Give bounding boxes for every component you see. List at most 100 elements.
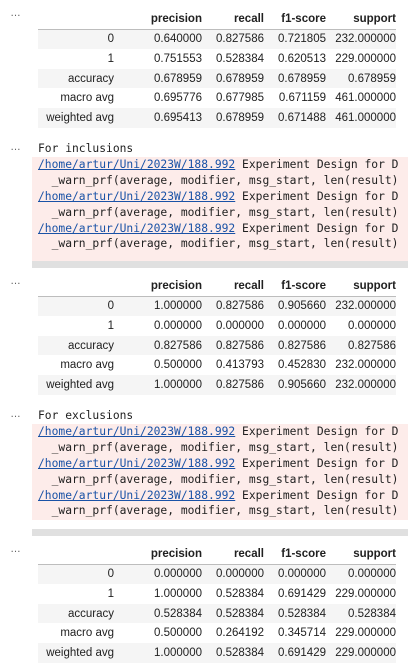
output-collapse-ellipsis[interactable]: …: [7, 276, 25, 287]
warning-file-link[interactable]: /home/artur/Uni/2023W/188.992: [38, 158, 235, 171]
row-label: accuracy: [67, 72, 114, 85]
table-row: 1 1.000000 0.528384 0.691429 229.000000: [38, 584, 396, 604]
cell-f1-score: 0.905660: [278, 300, 326, 313]
cell-f1-score: 0.671488: [278, 111, 326, 124]
cell-recall: 0.827586: [216, 300, 264, 313]
row-label: accuracy: [67, 607, 114, 620]
warning-text: Experiment Design for D: [235, 157, 399, 171]
cell-recall: 0.528384: [216, 587, 264, 600]
header-f1-score: f1-score: [264, 544, 326, 565]
table-header-row: precision recall f1-score support: [38, 276, 396, 297]
cell-support: 229.000000: [335, 52, 396, 65]
warning-detail: _warn_prf(average, modifier, msg_start, …: [38, 504, 399, 518]
row-label: macro avg: [60, 92, 114, 105]
output-collapse-ellipsis[interactable]: …: [7, 142, 25, 153]
row-label: 1: [107, 319, 114, 332]
cell-support: 0.000000: [348, 568, 396, 581]
table-row: 0 1.000000 0.827586 0.905660 232.000000: [38, 296, 396, 317]
cell-support: 229.000000: [335, 627, 396, 640]
header-index: [38, 276, 120, 297]
cell-recall: 0.000000: [216, 319, 264, 332]
cell-recall: 0.528384: [216, 52, 264, 65]
row-label: accuracy: [67, 339, 114, 352]
table-row: weighted avg 1.000000 0.528384 0.691429 229.…: [38, 642, 396, 663]
cell-f1-score: 0.691429: [278, 646, 326, 659]
cell-recall: 0.264192: [216, 627, 264, 640]
cell-support: 229.000000: [335, 587, 396, 600]
header-recall: recall: [202, 544, 264, 565]
cell-recall: 0.000000: [216, 568, 264, 581]
cell-precision: 1.000000: [154, 378, 202, 391]
stream-output-inclusions: For inclusions /home/artur/Uni/2023W/188…: [38, 141, 408, 252]
row-label: weighted avg: [46, 111, 114, 124]
cell-f1-score: 0.452830: [278, 359, 326, 372]
warning-file-link[interactable]: /home/artur/Uni/2023W/188.992: [38, 425, 235, 438]
warning-text: Experiment Design for D: [235, 424, 399, 438]
header-precision: precision: [120, 276, 202, 297]
cell-recall: 0.678959: [216, 111, 264, 124]
header-f1-score: f1-score: [264, 9, 326, 30]
row-label: weighted avg: [46, 646, 114, 659]
warning-text: Experiment Design for D: [235, 488, 399, 502]
warning-detail: _warn_prf(average, modifier, msg_start, …: [38, 472, 399, 486]
table-row: macro avg 0.500000 0.413793 0.452830 232.000…: [38, 355, 396, 375]
cell-support: 232.000000: [335, 378, 396, 391]
header-recall: recall: [202, 9, 264, 30]
cell-f1-score: 0.620513: [278, 52, 326, 65]
row-label: 1: [107, 587, 114, 600]
cell-precision: 0.695776: [154, 92, 202, 105]
warning-text: Experiment Design for D: [235, 456, 399, 470]
warning-detail: _warn_prf(average, modifier, msg_start, …: [38, 237, 399, 251]
output-collapse-ellipsis[interactable]: …: [7, 409, 25, 420]
output-collapse-ellipsis[interactable]: …: [7, 8, 25, 19]
cell-f1-score: 0.671159: [278, 92, 326, 105]
stream-heading: For inclusions: [38, 142, 134, 155]
cell-f1-score: 0.345714: [278, 627, 326, 640]
cell-precision: 0.000000: [154, 319, 202, 332]
row-label: weighted avg: [46, 378, 114, 391]
table-row: accuracy 0.678959 0.678959 0.678959 0.678959: [38, 68, 396, 89]
header-support: support: [326, 544, 396, 565]
warning-detail: _warn_prf(average, modifier, msg_start, …: [38, 440, 399, 454]
table-row: 1 0.751553 0.528384 0.620513 229.000000: [38, 49, 396, 69]
cell-precision: 0.500000: [154, 627, 202, 640]
header-recall: recall: [202, 276, 264, 297]
stream-heading: For exclusions: [38, 409, 134, 422]
header-support: support: [326, 9, 396, 30]
cell-precision: 0.695413: [154, 111, 202, 124]
cell-support: 232.000000: [335, 359, 396, 372]
header-f1-score: f1-score: [264, 276, 326, 297]
output-divider[interactable]: [32, 261, 408, 268]
classification-report-table-2: precision recall f1-score support 0 1.000…: [38, 276, 396, 395]
cell-f1-score: 0.905660: [278, 378, 326, 391]
cell-precision: 0.678959: [154, 72, 202, 85]
warning-file-link[interactable]: /home/artur/Uni/2023W/188.992: [38, 457, 235, 470]
cell-recall: 0.678959: [216, 72, 264, 85]
header-precision: precision: [120, 544, 202, 565]
output-collapse-ellipsis[interactable]: …: [7, 544, 25, 555]
output-divider[interactable]: [32, 529, 408, 536]
table-row: accuracy 0.827586 0.827586 0.827586 0.827586: [38, 335, 396, 356]
cell-precision: 0.640000: [154, 33, 202, 46]
cell-support: 0.827586: [348, 339, 396, 352]
table-row: macro avg 0.695776 0.677985 0.671159 461.000…: [38, 88, 396, 108]
cell-precision: 0.000000: [154, 568, 202, 581]
cell-support: 461.000000: [335, 111, 396, 124]
table-row: weighted avg 1.000000 0.827586 0.905660 232.…: [38, 374, 396, 395]
header-index: [38, 9, 120, 30]
warning-file-link[interactable]: /home/artur/Uni/2023W/188.992: [38, 222, 235, 235]
warning-file-link[interactable]: /home/artur/Uni/2023W/188.992: [38, 489, 235, 502]
header-index: [38, 544, 120, 565]
output-cell-table-2: … precision recall f1-score support 0 1.0…: [0, 268, 408, 398]
cell-precision: 0.528384: [154, 607, 202, 620]
table-row: weighted avg 0.695413 0.678959 0.671488 461.…: [38, 107, 396, 128]
cell-support: 232.000000: [335, 300, 396, 313]
classification-report-table-1: precision recall f1-score support 0 0.640…: [38, 9, 396, 128]
output-cell-stream-inclusions: … For inclusions /home/artur/Uni/2023W/1…: [0, 138, 408, 261]
output-cell-stream-exclusions: … For exclusions /home/artur/Uni/2023W/1…: [0, 405, 408, 520]
cell-support: 461.000000: [335, 92, 396, 105]
table-row: macro avg 0.500000 0.264192 0.345714 229.000…: [38, 623, 396, 643]
cell-f1-score: 0.721805: [278, 33, 326, 46]
header-precision: precision: [120, 9, 202, 30]
warning-file-link[interactable]: /home/artur/Uni/2023W/188.992: [38, 190, 235, 203]
